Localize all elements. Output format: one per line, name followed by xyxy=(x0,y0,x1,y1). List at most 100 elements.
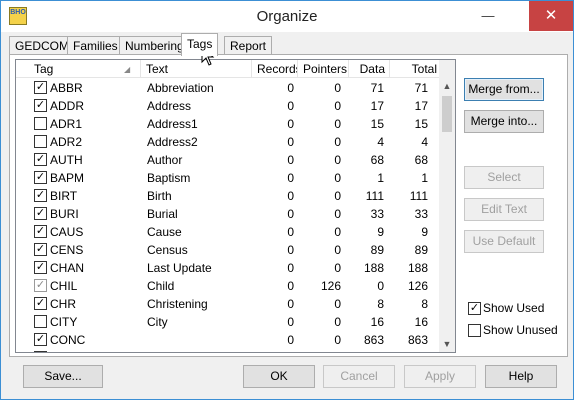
merge-into-button[interactable]: Merge into... xyxy=(464,110,544,133)
row-checkbox[interactable] xyxy=(34,117,47,130)
row-tag: CHIL xyxy=(50,279,78,293)
row-checkbox[interactable]: ✓ xyxy=(34,279,47,292)
minimize-icon[interactable]: — xyxy=(471,1,505,31)
row-checkbox[interactable]: ✓ xyxy=(34,207,47,220)
row-checkbox[interactable] xyxy=(34,315,47,328)
ok-button[interactable]: OK xyxy=(243,365,315,388)
row-records: 0 xyxy=(287,117,294,131)
row-checkbox[interactable]: ✓ xyxy=(34,333,47,346)
row-pointers: 0 xyxy=(334,117,341,131)
row-records: 0 xyxy=(287,261,294,275)
column-header-pointers[interactable]: Pointers xyxy=(299,60,349,78)
row-total: 9 xyxy=(421,225,428,239)
help-button[interactable]: Help xyxy=(485,365,557,388)
show-unused-check-icon xyxy=(468,324,481,337)
row-checkbox[interactable]: ✓ xyxy=(34,171,47,184)
scroll-thumb[interactable] xyxy=(442,96,452,132)
row-total: 71 xyxy=(414,81,428,95)
table-row[interactable]: ✓ CHAN Last Update 0 0 188 188 xyxy=(16,259,441,277)
tab-tags[interactable]: Tags xyxy=(181,33,219,56)
row-data: 71 xyxy=(370,81,384,95)
select-button[interactable]: Select xyxy=(464,166,544,189)
row-text: Census xyxy=(147,243,188,257)
row-checkbox[interactable]: ✓ xyxy=(34,189,47,202)
row-tag: CAUS xyxy=(50,225,84,239)
row-pointers: 0 xyxy=(334,225,341,239)
row-tag: CHAN xyxy=(50,261,85,275)
save-button[interactable]: Save... xyxy=(23,365,103,388)
row-text: Christening xyxy=(147,297,208,311)
scroll-down-icon[interactable]: ▼ xyxy=(439,336,455,352)
use-default-button[interactable]: Use Default xyxy=(464,230,544,253)
row-total: 89 xyxy=(414,243,428,257)
row-records: 0 xyxy=(287,279,294,293)
table-row[interactable]: ✓ BIRT Birth 0 0 111 111 xyxy=(16,187,441,205)
vertical-scrollbar[interactable]: ▲ ▼ xyxy=(439,60,455,352)
row-checkbox[interactable]: ✓ xyxy=(34,225,47,238)
row-tag: BURI xyxy=(50,207,79,221)
column-header-tag[interactable]: Tag ◢ xyxy=(16,60,141,78)
scroll-up-icon[interactable]: ▲ xyxy=(439,78,455,94)
row-total: 17 xyxy=(414,99,428,113)
title-bar[interactable]: BHO Organize — ☐ ✕ xyxy=(1,1,573,32)
row-text: Child xyxy=(147,279,175,293)
tab-report[interactable]: Report xyxy=(224,36,273,55)
row-total: 1 xyxy=(421,171,428,185)
column-header-text[interactable]: Text xyxy=(142,60,252,78)
row-data: 863 xyxy=(363,333,384,347)
column-header-records[interactable]: Records xyxy=(253,60,298,78)
row-records: 0 xyxy=(287,135,294,149)
table-row[interactable]: ✓ CHR Christening 0 0 8 8 xyxy=(16,295,441,313)
row-checkbox[interactable]: ✓ xyxy=(34,99,47,112)
row-pointers: 0 xyxy=(334,135,341,149)
show-used-check-icon: ✓ xyxy=(468,302,481,315)
row-pointers: 0 xyxy=(334,261,341,275)
table-row[interactable]: ✓ ADDR Address 0 0 17 17 xyxy=(16,97,441,115)
table-row[interactable]: ADR1 Address1 0 0 15 15 xyxy=(16,115,441,133)
table-row[interactable]: CITY City 0 0 16 16 xyxy=(16,313,441,331)
row-checkbox[interactable]: ✓ xyxy=(34,261,47,274)
row-total: 15 xyxy=(414,117,428,131)
row-checkbox[interactable]: ✓ xyxy=(34,297,47,310)
apply-button[interactable]: Apply xyxy=(404,365,476,388)
row-data: 1 xyxy=(377,171,384,185)
table-row[interactable]: ✓ AUTH Author 0 0 68 68 xyxy=(16,151,441,169)
row-records: 0 xyxy=(287,153,294,167)
table-row[interactable]: ✓ ABBR Abbreviation 0 0 71 71 xyxy=(16,79,441,97)
row-checkbox[interactable] xyxy=(34,135,47,148)
row-text: Address2 xyxy=(147,135,198,149)
table-row[interactable]: ✓ BAPM Baptism 0 0 1 1 xyxy=(16,169,441,187)
row-checkbox[interactable]: ✓ xyxy=(34,243,47,256)
row-pointers: 0 xyxy=(334,333,341,347)
table-row[interactable]: ✓ CENS Census 0 0 89 89 xyxy=(16,241,441,259)
row-checkbox[interactable]: ✓ xyxy=(34,81,47,94)
organize-window: BHO Organize — ☐ ✕ GEDCOMs Families Numb… xyxy=(0,0,574,400)
cancel-button[interactable]: Cancel xyxy=(323,365,395,388)
row-records: 0 xyxy=(236,349,294,352)
column-header-total[interactable]: Total xyxy=(391,60,441,78)
tags-list[interactable]: Tag ◢ Text Records Pointers Data Total ✓… xyxy=(15,59,456,353)
close-icon[interactable]: ✕ xyxy=(529,1,573,31)
table-row[interactable]: ADR2 Address2 0 0 4 4 xyxy=(16,133,441,151)
row-pointers: 0 xyxy=(334,153,341,167)
table-row[interactable]: ✓CONFConfirmation0000 xyxy=(16,349,441,352)
row-data: 4 xyxy=(377,135,384,149)
tab-families[interactable]: Families xyxy=(67,36,124,55)
row-records: 0 xyxy=(287,225,294,239)
table-row[interactable]: ✓ BURI Burial 0 0 33 33 xyxy=(16,205,441,223)
table-row[interactable]: ✓ CHIL Child 0 126 0 126 xyxy=(16,277,441,295)
row-checkbox[interactable]: ✓ xyxy=(34,351,47,352)
row-records: 0 xyxy=(287,315,294,329)
table-row[interactable]: ✓ CONC 0 0 863 863 xyxy=(16,331,441,349)
row-pointers: 0 xyxy=(334,207,341,221)
edit-text-button[interactable]: Edit Text xyxy=(464,198,544,221)
row-text: Birth xyxy=(147,189,172,203)
merge-from-button[interactable]: Merge from... xyxy=(464,78,544,101)
row-checkbox[interactable]: ✓ xyxy=(34,153,47,166)
column-header-data[interactable]: Data xyxy=(350,60,390,78)
table-row[interactable]: ✓ CAUS Cause 0 0 9 9 xyxy=(16,223,441,241)
tab-numbering[interactable]: Numbering xyxy=(119,36,190,55)
row-text: Address1 xyxy=(147,117,198,131)
row-total: 4 xyxy=(421,135,428,149)
sort-icon: ◢ xyxy=(124,65,131,74)
